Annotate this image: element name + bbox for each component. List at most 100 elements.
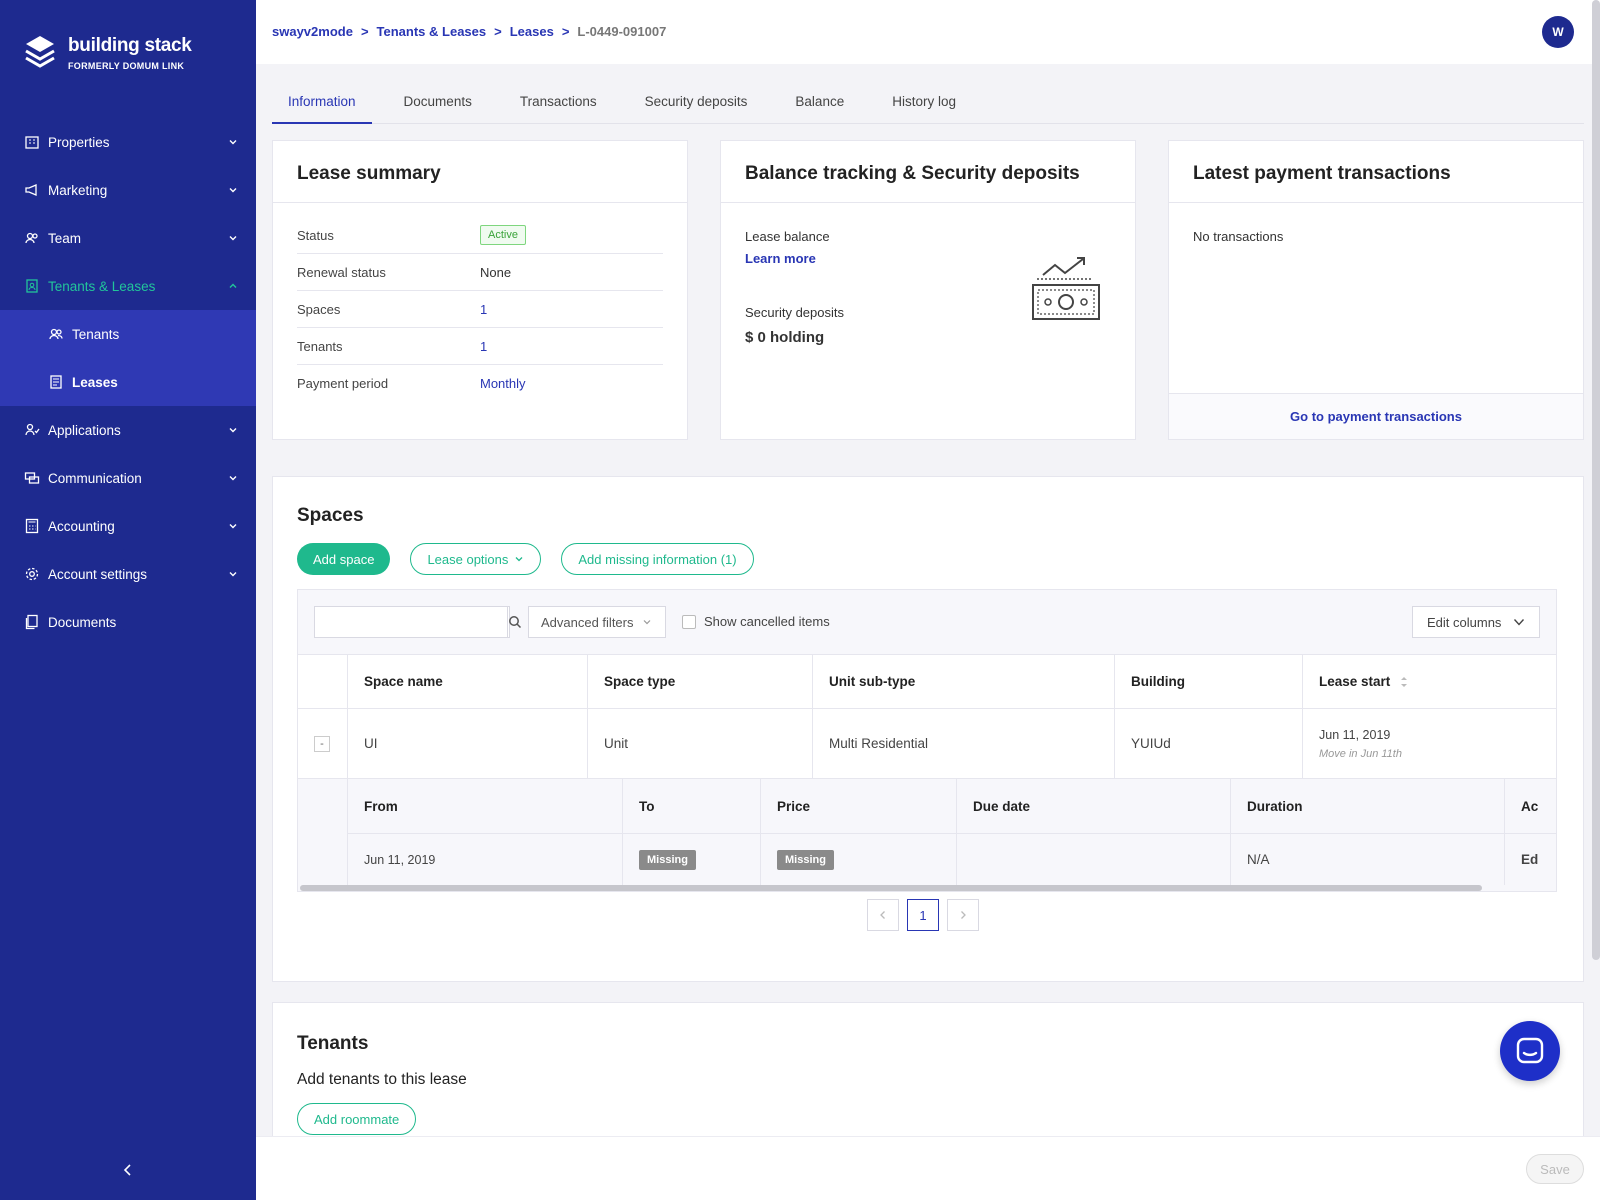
breadcrumb-section[interactable]: Tenants & Leases	[377, 24, 487, 39]
lease-summary-card: Lease summary Status Active Renewal stat…	[272, 140, 688, 440]
expand-cell: -	[298, 709, 348, 778]
payment-period-link[interactable]: Monthly	[480, 376, 526, 391]
sidebar-item-tenants[interactable]: Tenants	[0, 310, 256, 358]
collapse-sidebar-icon[interactable]	[120, 1162, 136, 1178]
sidebar-item-properties[interactable]: Properties	[0, 118, 256, 166]
tab-information[interactable]: Information	[272, 84, 372, 124]
sidebar-item-label: Tenants	[72, 326, 120, 342]
prev-page-button[interactable]	[867, 899, 899, 931]
vertical-scrollbar[interactable]	[1592, 0, 1600, 960]
learn-more-link[interactable]: Learn more	[745, 251, 816, 266]
space-type-cell: Unit	[588, 709, 813, 778]
summary-value: None	[480, 264, 512, 280]
show-cancelled-toggle[interactable]: Show cancelled items	[682, 614, 830, 629]
chevron-down-icon	[228, 185, 238, 195]
show-cancelled-checkbox[interactable]	[682, 614, 696, 629]
pagination: 1	[273, 899, 1573, 931]
tab-balance[interactable]: Balance	[779, 84, 860, 124]
column-header[interactable]: Space type	[588, 655, 813, 708]
sidebar-item-label: Leases	[72, 374, 118, 390]
lease-options-label: Lease options	[427, 551, 509, 567]
sidebar-item-accounting[interactable]: Accounting	[0, 502, 256, 550]
column-header: Duration	[1231, 779, 1505, 833]
lease-options-button[interactable]: Lease options	[410, 543, 542, 575]
column-header[interactable]: Unit sub-type	[813, 655, 1115, 708]
chevron-down-icon	[1513, 619, 1525, 626]
summary-row-status: Status Active	[297, 217, 663, 254]
tenants-count-link[interactable]: 1	[480, 339, 487, 354]
sort-icon	[1401, 676, 1408, 687]
sidebar-item-leases[interactable]: Leases	[0, 358, 256, 406]
summary-label: Payment period	[297, 376, 389, 391]
summary-label: Tenants	[297, 338, 343, 354]
document-icon	[48, 374, 64, 390]
sidebar-item-marketing[interactable]: Marketing	[0, 166, 256, 214]
sidebar-item-account-settings[interactable]: Account settings	[0, 550, 256, 598]
tenants-subtitle: Add tenants to this lease	[297, 1071, 467, 1088]
tab-transactions[interactable]: Transactions	[504, 84, 613, 124]
page-button-current[interactable]: 1	[907, 899, 939, 931]
unit-subtype-cell: Multi Residential	[813, 709, 1115, 778]
breadcrumb-root[interactable]: swayv2mode	[272, 24, 353, 39]
lease-start-cell: Jun 11, 2019 Move in Jun 11th	[1303, 709, 1556, 778]
spaces-table: Advanced filters Show cancelled items Ed…	[297, 589, 1557, 892]
sidebar-item-tenants-leases[interactable]: Tenants & Leases	[0, 262, 256, 310]
edit-link[interactable]: Ed	[1505, 834, 1556, 885]
lease-start-header[interactable]: Lease start	[1303, 655, 1556, 708]
tab-history-log[interactable]: History log	[876, 84, 972, 124]
add-roommate-button[interactable]: Add roommate	[297, 1103, 417, 1135]
sidebar-item-documents[interactable]: Documents	[0, 598, 256, 646]
sidebar-nav: Properties Marketing Team Tenants & Leas…	[0, 118, 256, 646]
table-row[interactable]: - UI Unit Multi Residential YUIUd Jun 11…	[298, 708, 1556, 778]
sub-table-header: From To Price Due date Duration Ac	[348, 779, 1556, 833]
save-button[interactable]: Save	[1526, 1154, 1584, 1184]
horizontal-scrollbar[interactable]	[300, 885, 1482, 891]
summary-row-spaces: Spaces 1	[297, 291, 663, 328]
collapse-row-button[interactable]: -	[314, 735, 330, 752]
card-title: Lease summary	[273, 141, 687, 203]
sub-table: From To Price Due date Duration Ac Jun 1…	[298, 778, 1556, 885]
chat-launcher-button[interactable]	[1500, 1021, 1560, 1081]
spaces-count-link[interactable]: 1	[480, 302, 487, 317]
spaces-title: Spaces	[297, 505, 364, 526]
advanced-filters-dropdown[interactable]: Advanced filters	[528, 606, 666, 638]
building-cell: YUIUd	[1115, 709, 1303, 778]
breadcrumb-separator: >	[360, 24, 369, 39]
add-missing-info-button[interactable]: Add missing information (1)	[561, 543, 754, 575]
advanced-filters-label: Advanced filters	[541, 614, 634, 630]
tab-documents[interactable]: Documents	[388, 84, 488, 124]
sidebar-item-communication[interactable]: Communication	[0, 454, 256, 502]
table-toolbar: Advanced filters Show cancelled items Ed…	[298, 590, 1556, 654]
search-button[interactable]	[507, 607, 522, 637]
search-icon	[509, 616, 522, 629]
summary-row-tenants: Tenants 1	[297, 328, 663, 365]
column-header[interactable]: Building	[1115, 655, 1303, 708]
security-deposits-value: $ 0 holding	[745, 329, 825, 346]
expand-column-header	[298, 655, 348, 708]
tab-security-deposits[interactable]: Security deposits	[629, 84, 764, 124]
column-header[interactable]: Space name	[348, 655, 588, 708]
lease-balance-label: Lease balance	[745, 229, 830, 244]
sidebar-item-label: Documents	[48, 614, 117, 630]
chevron-down-icon	[228, 521, 238, 531]
calculator-icon	[24, 518, 40, 534]
money-chart-icon	[1032, 257, 1100, 320]
sub-table-indent	[298, 779, 348, 885]
search-input[interactable]	[315, 607, 507, 637]
next-page-button[interactable]	[947, 899, 979, 931]
edit-columns-dropdown[interactable]: Edit columns	[1412, 606, 1540, 638]
go-to-payments-link[interactable]: Go to payment transactions	[1290, 409, 1462, 424]
building-icon	[24, 134, 40, 150]
brand[interactable]: building stack FORMERLY DOMUM LINK	[24, 34, 192, 72]
sidebar-item-team[interactable]: Team	[0, 214, 256, 262]
documents-icon	[24, 614, 40, 630]
avatar[interactable]: W	[1542, 16, 1574, 48]
sidebar-item-applications[interactable]: Applications	[0, 406, 256, 454]
add-space-button[interactable]: Add space	[297, 543, 391, 575]
chevron-down-icon	[643, 620, 650, 625]
chevron-down-icon	[228, 473, 238, 483]
lease-start-date: Jun 11, 2019	[1319, 727, 1391, 742]
breadcrumb-list[interactable]: Leases	[510, 24, 554, 39]
breadcrumb-current: L-0449-091007	[577, 24, 667, 39]
sidebar: building stack FORMERLY DOMUM LINK Prope…	[0, 0, 256, 1200]
